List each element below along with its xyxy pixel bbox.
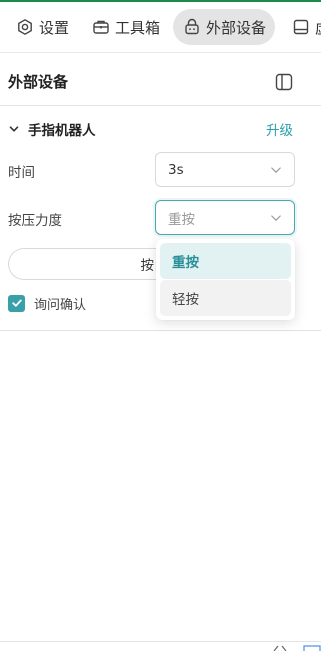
confirm-label: 询问确认: [34, 297, 87, 313]
checkmark-icon: [11, 299, 22, 307]
tab-external-devices[interactable]: 外部设备: [173, 9, 276, 45]
confirm-row: 询问确认: [8, 293, 86, 313]
time-select[interactable]: 3s: [155, 152, 295, 187]
pressure-dropdown-menu: 重按 轻按: [156, 239, 295, 320]
tab-label: 外部设备: [206, 18, 267, 37]
tab-virtual[interactable]: 虚: [284, 9, 321, 45]
panel-header: 外部设备: [0, 52, 321, 106]
bottom-edge-controls: [273, 645, 321, 651]
sidebar-toggle-icon[interactable]: [275, 73, 293, 91]
divider: [0, 330, 321, 331]
section-header-finger-robot[interactable]: 手指机器人: [8, 118, 298, 140]
toolbox-icon: [92, 18, 110, 36]
chevron-down-icon: [271, 214, 281, 221]
pressure-label: 按压力度: [8, 213, 62, 229]
chevron-down-icon: [9, 126, 19, 132]
bottom-divider: [0, 641, 321, 642]
dropdown-option-light[interactable]: 轻按: [160, 280, 291, 316]
panel-title: 外部设备: [8, 73, 69, 91]
time-label: 时间: [8, 165, 35, 181]
tab-label: 虚: [315, 17, 321, 38]
display-icon: [292, 18, 310, 36]
top-accent-line: [0, 0, 321, 3]
tab-label: 工具箱: [115, 18, 161, 37]
tab-label: 设置: [39, 18, 70, 37]
tab-strip: 设置 工具箱 外部设备 虚: [0, 5, 321, 49]
robot-icon: [183, 18, 201, 36]
tab-toolbox[interactable]: 工具箱: [84, 9, 168, 45]
settings-icon: [16, 18, 34, 36]
upgrade-link[interactable]: 升级: [266, 119, 293, 139]
chevron-down-icon: [271, 166, 281, 173]
press-button-label: 按: [140, 258, 155, 274]
app-root: 设置 工具箱 外部设备 虚 外部设备 手指机器人 升级: [0, 0, 321, 651]
pressure-select-value: 重按: [168, 211, 195, 228]
tab-settings[interactable]: 设置: [8, 9, 77, 45]
section-title: 手指机器人: [28, 123, 96, 139]
dropdown-option-heavy[interactable]: 重按: [160, 243, 291, 279]
time-select-value: 3s: [168, 161, 184, 178]
confirm-checkbox[interactable]: [8, 294, 25, 312]
pressure-select[interactable]: 重按: [155, 200, 295, 235]
